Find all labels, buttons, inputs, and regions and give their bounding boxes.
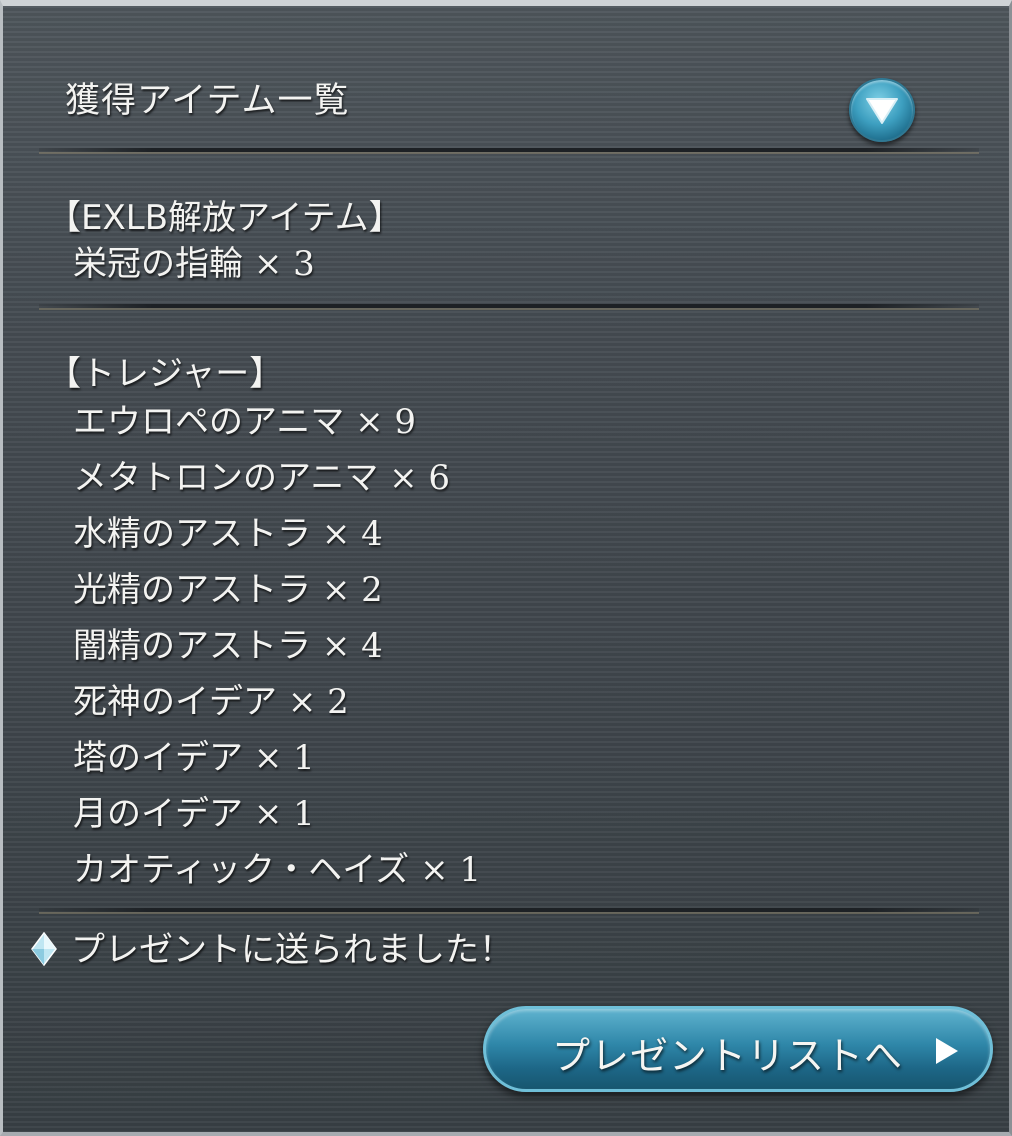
item-name: 塔のイデア: [73, 738, 243, 778]
item-name: メタトロンのアニマ: [73, 458, 379, 498]
play-arrow-icon: [936, 1038, 958, 1064]
item-quantity: × 2: [287, 682, 349, 722]
list-item: メタトロンのアニマ × 6: [73, 450, 450, 499]
item-quantity: × 1: [253, 738, 315, 778]
gem-icon: [31, 931, 57, 966]
present-notice: プレゼントに送られました！: [31, 922, 513, 971]
item-quantity: × 1: [420, 850, 482, 890]
list-item: エウロペのアニマ × 9: [73, 394, 416, 443]
item-name: 水精のアストラ: [73, 514, 311, 554]
present-list-button[interactable]: プレゼントリストへ: [483, 1006, 993, 1092]
list-item: 死神のイデア × 2: [73, 674, 349, 723]
item-quantity: × 4: [321, 514, 383, 554]
chevron-down-icon: [866, 98, 898, 124]
item-name: 死神のイデア: [73, 682, 277, 722]
list-item: 塔のイデア × 1: [73, 730, 315, 779]
list-item: 光精のアストラ × 2: [73, 562, 383, 611]
item-name: 光精のアストラ: [73, 570, 311, 610]
list-item: カオティック・ヘイズ × 1: [73, 842, 481, 891]
list-item: 水精のアストラ × 4: [73, 506, 383, 555]
divider: [39, 148, 979, 152]
page-title: 獲得アイテム一覧: [65, 81, 350, 121]
item-quantity: × 3: [253, 244, 315, 284]
list-item: 月のイデア × 1: [73, 786, 315, 835]
list-item: 闇精のアストラ × 4: [73, 618, 383, 667]
section-header-exlb: 【EXLB解放アイテム】: [47, 198, 403, 238]
item-name: エウロペのアニマ: [73, 402, 345, 442]
item-name: 闇精のアストラ: [73, 626, 311, 666]
list-item: 栄冠の指輪 × 3: [73, 236, 315, 285]
item-quantity: × 9: [355, 402, 417, 442]
item-quantity: × 1: [253, 794, 315, 834]
item-quantity: × 2: [321, 570, 383, 610]
present-list-button-label: プレゼントリストへ: [552, 1034, 904, 1078]
divider: [39, 908, 979, 912]
item-name: 月のイデア: [73, 794, 243, 834]
divider: [39, 304, 979, 308]
item-list-panel: 獲得アイテム一覧 【EXLB解放アイテム】 栄冠の指輪 × 3 【トレジャー】 …: [0, 0, 1012, 1136]
collapse-button[interactable]: [849, 78, 915, 142]
item-name: カオティック・ヘイズ: [73, 850, 410, 890]
item-name: 栄冠の指輪: [73, 244, 243, 284]
notice-text: プレゼントに送られました！: [71, 930, 513, 970]
section-header-treasure: 【トレジャー】: [47, 354, 284, 394]
item-quantity: × 4: [321, 626, 383, 666]
item-quantity: × 6: [389, 458, 451, 498]
